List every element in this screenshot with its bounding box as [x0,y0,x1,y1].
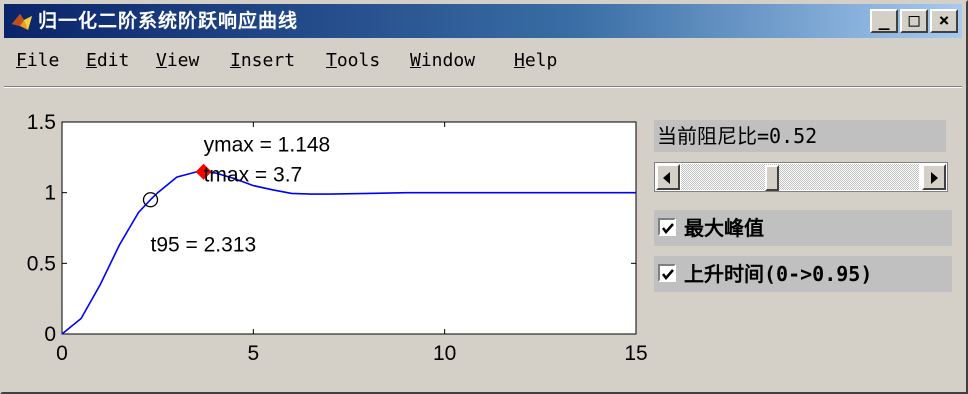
menu-insert[interactable]: Insert [230,48,295,74]
tmax-annotation: tmax = 3.7 [204,164,303,187]
y-tick-label: 1 [44,182,56,205]
y-tick-label: 0 [44,323,56,346]
x-tick-label: 0 [56,342,68,365]
rise-time-checkbox[interactable] [658,264,676,282]
x-tick-label: 5 [247,342,259,365]
maximize-button[interactable]: □ [900,9,928,33]
t95-annotation: t95 = 2.313 [151,234,257,257]
rise-time-checkbox-label: 上升时间(0->0.95) [684,262,873,286]
menu-tools[interactable]: Tools [326,48,380,74]
y-tick-label: 0.5 [27,252,56,275]
peak-checkbox-row[interactable]: 最大峰值 [654,210,952,246]
menu-edit[interactable]: Edit [86,48,129,74]
slider-left-arrow[interactable] [656,164,680,190]
slider-track[interactable] [681,164,919,191]
matlab-logo-icon [12,14,32,30]
minimize-button[interactable]: _ [870,9,898,33]
window-title: 归一化二阶系统阶跃响应曲线 [38,10,299,32]
menu-file[interactable]: File [16,48,59,74]
rise-time-checkbox-row[interactable]: 上升时间(0->0.95) [654,256,952,292]
y-tick-label: 1.5 [27,111,56,134]
peak-checkbox[interactable] [658,218,676,236]
damping-ratio-label: 当前阻尼比=0.52 [654,120,946,152]
menu-view[interactable]: View [156,48,199,74]
arrow-right-icon [931,172,938,184]
arrow-left-icon [663,172,670,184]
title-bar[interactable]: 归一化二阶系统阶跃响应曲线 _ □ × [4,4,962,38]
menu-bar: File Edit View Insert Tools Window Help [4,40,962,82]
x-tick-label: 10 [433,342,456,365]
damping-slider[interactable] [654,162,948,192]
checkmark-icon [662,223,674,234]
peak-checkbox-label: 最大峰值 [684,216,764,240]
slider-thumb[interactable] [765,165,779,191]
axes-background [61,121,637,335]
slider-right-arrow[interactable] [922,164,946,190]
figure-window: 归一化二阶系统阶跃响应曲线 _ □ × File Edit View Inser… [0,0,968,394]
menu-help[interactable]: Help [514,48,557,74]
menu-separator [4,86,962,88]
menu-window[interactable]: Window [410,48,475,74]
ymax-annotation: ymax = 1.148 [204,134,331,157]
x-tick-label: 15 [624,342,647,365]
plot-area[interactable]: 0 5 10 15 0 0.5 1 1.5 ymax = 1.148 tmax = 3.7 t95 … [2,102,652,392]
close-button[interactable]: × [930,9,958,33]
checkmark-icon [662,269,674,280]
